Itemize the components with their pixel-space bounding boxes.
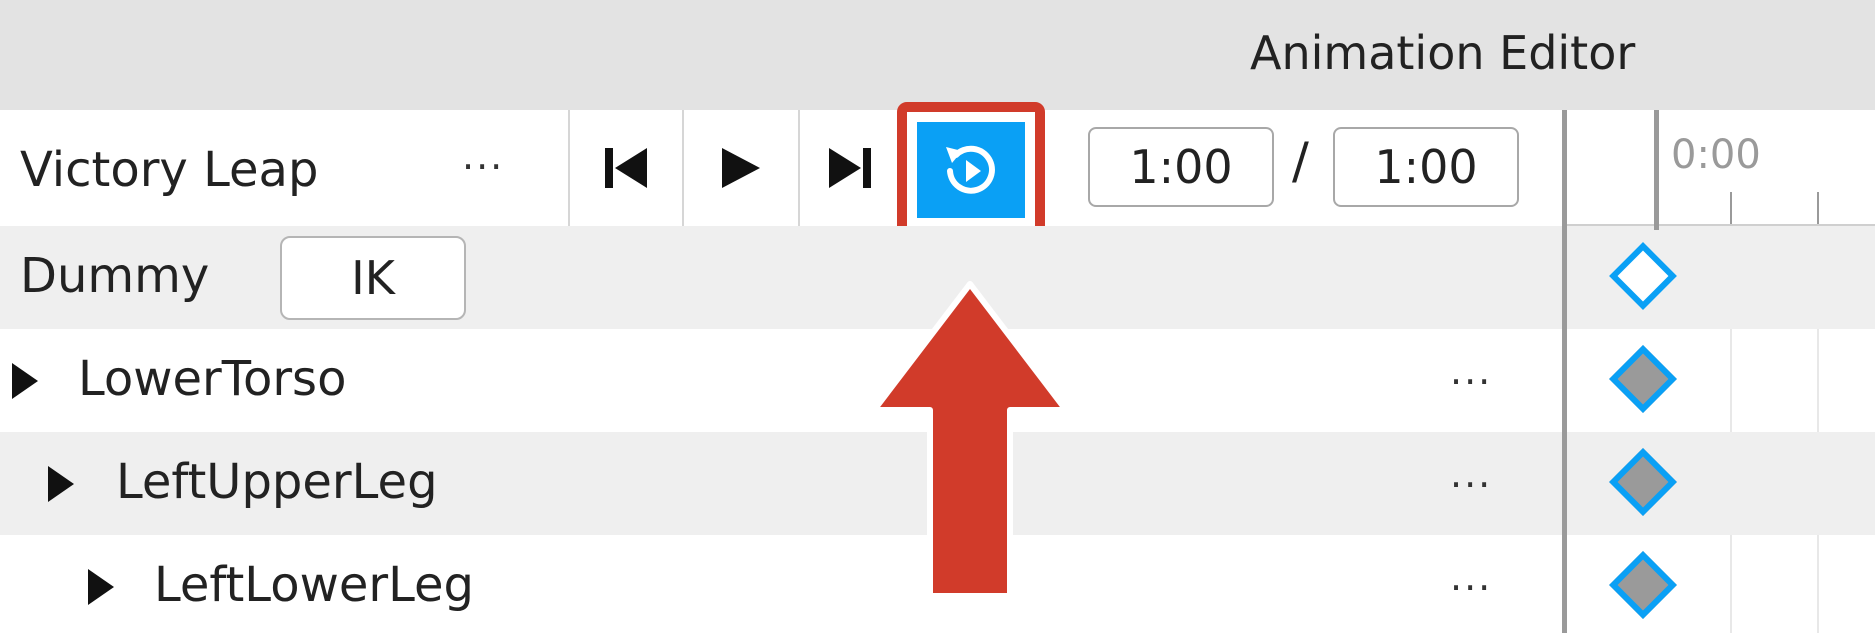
track-row-lowertorso[interactable]: LowerTorso ···	[0, 329, 1562, 432]
timeline-row-leftlowerleg	[1567, 535, 1875, 638]
annotation-arrow-icon	[871, 281, 1069, 599]
expand-arrow-icon[interactable]	[12, 363, 38, 399]
skip-to-start-icon	[605, 148, 647, 188]
timeline-tick	[1817, 192, 1819, 224]
title-bar: Animation Editor	[0, 0, 1875, 110]
play-icon	[722, 148, 760, 188]
window-title: Animation Editor	[1250, 26, 1636, 80]
rig-name: Dummy	[20, 248, 210, 304]
rig-row: Dummy IK	[0, 226, 1562, 329]
timeline-panel[interactable]: 0:00	[1562, 110, 1875, 633]
time-separator: /	[1292, 132, 1309, 190]
current-time-field[interactable]: 1:00	[1088, 127, 1274, 207]
timeline-row-lowertorso	[1567, 329, 1875, 432]
total-time-field[interactable]: 1:00	[1333, 127, 1519, 207]
skip-to-end-button[interactable]	[800, 110, 900, 226]
expand-arrow-icon[interactable]	[48, 466, 74, 502]
timeline-ruler[interactable]: 0:00	[1567, 110, 1875, 226]
keyframe-empty-icon[interactable]	[1609, 242, 1677, 310]
track-row-leftupperleg[interactable]: LeftUpperLeg ···	[0, 432, 1562, 535]
animation-name[interactable]: Victory Leap	[20, 142, 318, 198]
animation-more-button[interactable]: ···	[462, 148, 504, 186]
keyframe-icon[interactable]	[1609, 551, 1677, 619]
track-name: LeftLowerLeg	[154, 557, 474, 613]
timeline-row-rig	[1567, 226, 1875, 329]
keyframe-icon[interactable]	[1609, 345, 1677, 413]
toolbar: Victory Leap ···	[0, 110, 1562, 228]
skip-to-end-icon	[829, 148, 871, 188]
keyframe-icon[interactable]	[1609, 448, 1677, 516]
track-more-button[interactable]: ···	[1450, 363, 1492, 401]
track-name: LeftUpperLeg	[116, 454, 438, 510]
ik-button[interactable]: IK	[280, 236, 466, 320]
timeline-start-label: 0:00	[1671, 132, 1761, 178]
timeline-row-leftupperleg	[1567, 432, 1875, 535]
track-more-button[interactable]: ···	[1450, 569, 1492, 607]
timeline-tick	[1730, 192, 1732, 224]
expand-arrow-icon[interactable]	[88, 569, 114, 605]
loop-button[interactable]	[917, 122, 1025, 218]
track-name: LowerTorso	[78, 351, 347, 407]
track-more-button[interactable]: ···	[1450, 466, 1492, 504]
play-button[interactable]	[684, 110, 798, 226]
timeline-playhead[interactable]	[1654, 110, 1659, 230]
track-row-leftlowerleg[interactable]: LeftLowerLeg ···	[0, 535, 1562, 638]
loop-icon	[946, 145, 995, 194]
skip-to-start-button[interactable]	[570, 110, 682, 226]
